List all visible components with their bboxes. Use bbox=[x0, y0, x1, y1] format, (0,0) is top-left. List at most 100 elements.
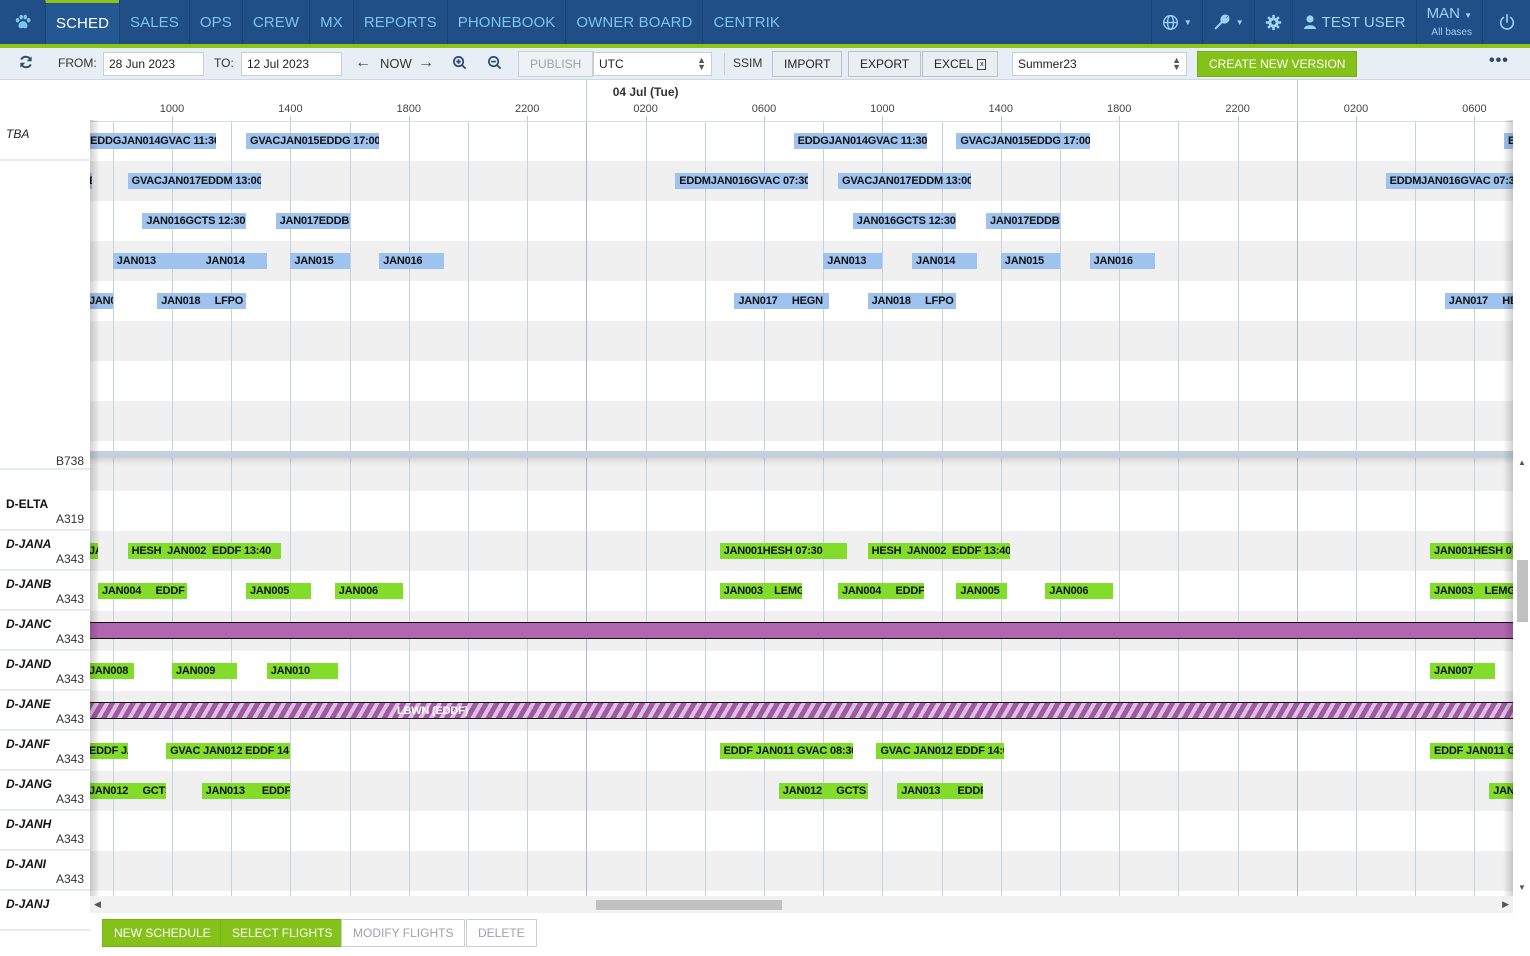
nav-tab-mx[interactable]: MX bbox=[309, 0, 353, 44]
flight-bar[interactable]: EDDMJAN016GVAC 07:30 bbox=[90, 173, 93, 189]
flight-bar[interactable]: JAN001HESH 07:30 bbox=[719, 543, 847, 559]
aircraft-row-label[interactable]: D-ELTA A319 bbox=[0, 491, 90, 531]
flight-bar[interactable]: JAN015 bbox=[1000, 253, 1060, 269]
paw-icon[interactable] bbox=[0, 0, 45, 44]
refresh-icon[interactable] bbox=[18, 54, 34, 70]
aircraft-row-label[interactable]: B738 bbox=[0, 452, 90, 470]
flight-bar[interactable]: JAN003 LEMG bbox=[1430, 583, 1513, 599]
flight-bar[interactable]: JAN017 HEGN bbox=[1444, 293, 1513, 309]
scroll-up-icon[interactable]: ▲ bbox=[1518, 458, 1526, 467]
logout-button[interactable] bbox=[1482, 0, 1530, 44]
more-options-icon[interactable]: ••• bbox=[1489, 52, 1509, 70]
flight-bar[interactable]: JAN001HESH 07:30 bbox=[1430, 543, 1513, 559]
to-date-input[interactable]: 12 Jul 2023 bbox=[241, 52, 342, 76]
next-arrow-icon[interactable]: → bbox=[418, 54, 434, 72]
flight-bar[interactable]: JAN015 bbox=[290, 253, 350, 269]
import-button[interactable]: IMPORT bbox=[772, 51, 843, 77]
aircraft-row-label[interactable]: D-JAND A343 bbox=[0, 651, 90, 691]
flight-bar[interactable]: JAN013 EDDF bbox=[201, 783, 291, 799]
flight-bar[interactable]: JAN006 bbox=[334, 583, 403, 599]
export-button[interactable]: EXPORT bbox=[848, 51, 922, 77]
from-date-input[interactable]: 28 Jun 2023 bbox=[103, 52, 204, 76]
flight-bar[interactable]: GVAC JAN012 EDDF 14:00 bbox=[876, 743, 1004, 759]
flight-bar[interactable]: EDDGJAN014GVAC 11:30 bbox=[793, 133, 927, 149]
maintenance-block[interactable] bbox=[90, 622, 1513, 639]
aircraft-row-label[interactable]: D-JANF A343 bbox=[0, 731, 90, 771]
aircraft-row-label[interactable]: D-JANB A343 bbox=[0, 571, 90, 611]
zoom-out-icon[interactable] bbox=[487, 55, 502, 70]
horizontal-scrollbar[interactable]: ◀ ▶ bbox=[90, 896, 1513, 913]
aircraft-row-label[interactable]: D-JANI A343 bbox=[0, 851, 90, 891]
flight-bar[interactable]: JAN004 EDDF bbox=[98, 583, 187, 599]
resource-row-label[interactable] bbox=[0, 161, 90, 181]
language-menu[interactable]: ▼ bbox=[1150, 0, 1202, 44]
flight-bar[interactable]: EDDF JAN011 GVAC 08:30 bbox=[1430, 743, 1513, 759]
version-select[interactable]: Summer23 ▲ ▼ bbox=[1012, 52, 1187, 76]
nav-tab-owner-board[interactable]: OWNER BOARD bbox=[565, 0, 702, 44]
flight-bar[interactable]: EDDF JAN011 GVAC 08:30 bbox=[719, 743, 853, 759]
nav-tab-phonebook[interactable]: PHONEBOOK bbox=[446, 0, 566, 44]
flight-bar[interactable]: GVACJAN015EDDG 17:00 bbox=[246, 133, 380, 149]
flight-bar[interactable]: JAN016 bbox=[1089, 253, 1155, 269]
vertical-scrollbar[interactable]: ▲ ▼ bbox=[1513, 458, 1530, 896]
flight-bar[interactable]: JAN013 EDDF bbox=[897, 783, 984, 799]
flight-bar[interactable]: JAN014 bbox=[912, 253, 978, 269]
nav-tab-sched[interactable]: SCHED bbox=[45, 0, 120, 44]
zoom-in-icon[interactable] bbox=[452, 55, 467, 70]
flight-bar[interactable]: JAN004 EDDF bbox=[838, 583, 924, 599]
flight-bar[interactable]: JAN017 HEGN bbox=[90, 293, 113, 309]
flight-bar[interactable]: JAN017EDDB bbox=[275, 213, 350, 229]
flight-bar[interactable]: JAN006 bbox=[1045, 583, 1114, 599]
resource-row-label[interactable]: TBA bbox=[0, 121, 90, 161]
tools-menu[interactable]: ▼ bbox=[1201, 0, 1254, 44]
flight-bar[interactable]: JAN010 bbox=[266, 663, 338, 679]
flight-bar[interactable]: JAN012 GCTS bbox=[1489, 783, 1513, 799]
nav-tab-reports[interactable]: REPORTS bbox=[352, 0, 447, 44]
modify-flights-button[interactable]: MODIFY FLIGHTS bbox=[341, 919, 466, 947]
delete-button[interactable]: DELETE bbox=[466, 919, 537, 947]
base-selector[interactable]: MAN ▼ All bases bbox=[1415, 0, 1482, 44]
flight-bar[interactable]: EDDGJAN014GVAC 11:30 bbox=[1504, 133, 1513, 149]
flight-bar[interactable]: JAN017 HEGN bbox=[734, 293, 830, 309]
horizontal-scroll-thumb[interactable] bbox=[596, 900, 782, 910]
flight-bar[interactable]: EDDMJAN016GVAC 07:30 bbox=[1385, 173, 1513, 189]
aircraft-row-label[interactable]: D-JANA A343 bbox=[0, 531, 90, 571]
user-menu[interactable]: TEST USER bbox=[1291, 0, 1416, 44]
flight-bar[interactable]: JAN009 bbox=[172, 663, 238, 679]
new-schedule-button[interactable]: NEW SCHEDULE bbox=[102, 919, 223, 947]
settings-button[interactable] bbox=[1253, 0, 1292, 44]
nav-tab-ops[interactable]: OPS bbox=[188, 0, 242, 44]
flight-bar[interactable]: JAN007 bbox=[1430, 663, 1496, 679]
now-button[interactable]: NOW bbox=[380, 56, 412, 71]
flight-bar[interactable]: GVACJAN017EDDM 13:00 bbox=[127, 173, 261, 189]
flight-bar[interactable]: JAN014 bbox=[201, 253, 267, 269]
flight-bar[interactable]: EDDGJAN014GVAC 11:30 bbox=[90, 133, 217, 149]
flight-bar[interactable]: JAN017EDDB bbox=[986, 213, 1060, 229]
flight-bar[interactable]: GVAC JAN012 EDDF 14:00 bbox=[166, 743, 291, 759]
flight-bar[interactable]: JAN012 GCTS bbox=[778, 783, 868, 799]
flight-bar[interactable]: JAN018 LFPO bbox=[867, 293, 957, 309]
scroll-down-icon[interactable]: ▼ bbox=[1518, 883, 1526, 892]
flight-bar[interactable]: JAN005 bbox=[956, 583, 1007, 599]
flight-bar[interactable]: HESH JAN002 EDDF 13:40 bbox=[127, 543, 281, 559]
scroll-right-icon[interactable]: ▶ bbox=[1502, 899, 1509, 910]
flight-bar[interactable]: JAN016GCTS 12:30 bbox=[142, 213, 246, 229]
aircraft-row-label[interactable]: D-JANJ bbox=[0, 891, 90, 931]
aircraft-row-label[interactable]: D-JANE A343 bbox=[0, 691, 90, 731]
maintenance-block[interactable]: LBWN (EDDF) bbox=[90, 702, 1513, 719]
flight-bar[interactable]: JAN013 bbox=[112, 253, 202, 269]
flight-bar[interactable]: EDDMJAN016GVAC 07:30 bbox=[675, 173, 809, 189]
flight-bar[interactable]: JAN018 LFPO bbox=[157, 293, 246, 309]
flight-bar[interactable]: HESH JAN002 EDDF 13:40 bbox=[867, 543, 1010, 559]
create-new-version-button[interactable]: CREATE NEW VERSION bbox=[1197, 51, 1358, 77]
flight-bar[interactable]: GVACJAN017EDDM 13:00 bbox=[838, 173, 972, 189]
excel-button[interactable]: EXCEL x bbox=[922, 51, 999, 77]
select-flights-button[interactable]: SELECT FLIGHTS bbox=[220, 919, 345, 947]
nav-tab-crew[interactable]: CREW bbox=[241, 0, 309, 44]
flight-bar[interactable]: JAN016GCTS 12:30 bbox=[852, 213, 957, 229]
flight-bar[interactable]: JAN005 bbox=[246, 583, 312, 599]
timezone-select[interactable]: UTC ▲ ▼ bbox=[593, 52, 712, 76]
previous-arrow-icon[interactable]: ← bbox=[355, 54, 371, 72]
flight-bar[interactable]: JAN016 bbox=[379, 253, 445, 269]
flight-bar[interactable]: EDDF JAN011 GVAC 08:30 bbox=[90, 743, 128, 759]
